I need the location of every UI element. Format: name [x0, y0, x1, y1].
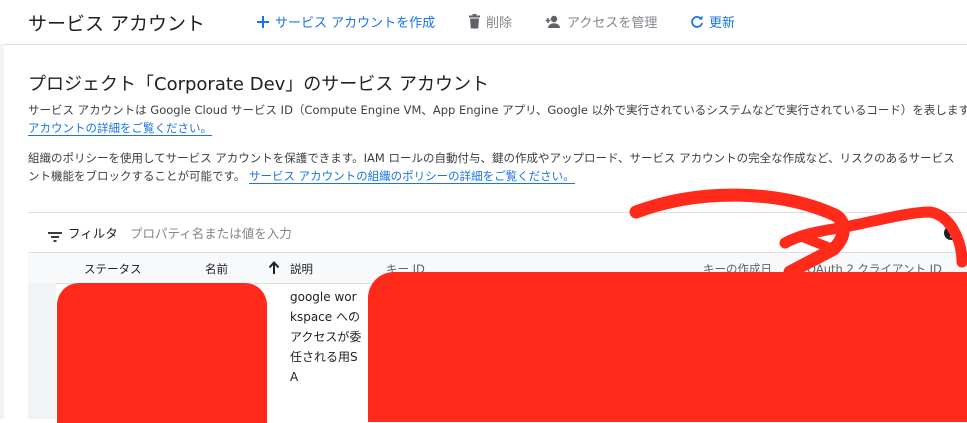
toolbar: サービス アカウント サービス アカウントを作成 削除 アクセスを管理 更新 — [0, 0, 967, 45]
column-status[interactable]: ステータス — [84, 261, 142, 277]
manage-access-label: アクセスを管理 — [567, 16, 658, 31]
trash-icon — [468, 14, 481, 29]
description-2-text: 組織のポリシーを使用してサービス アカウントを保護できます。IAM ロールの自動… — [28, 151, 955, 165]
filter-label: フィルタ — [68, 226, 118, 241]
left-panel-edge — [0, 44, 4, 419]
column-description[interactable]: 説明 — [290, 261, 313, 277]
redaction-block-keys — [368, 272, 967, 422]
description-paragraph-2: 組織のポリシーを使用してサービス アカウントを保護できます。IAM ロールの自動… — [28, 149, 967, 185]
refresh-label: 更新 — [709, 16, 736, 31]
filter-input[interactable] — [128, 219, 732, 247]
delete-button[interactable]: 削除 — [468, 12, 512, 31]
redaction-block-name — [57, 283, 267, 423]
description-1-text: サービス アカウントは Google Cloud サービス ID（Compute… — [28, 103, 967, 117]
delete-label: 削除 — [486, 16, 513, 31]
arrow-up-icon[interactable] — [268, 260, 280, 279]
page-title: サービス アカウント — [28, 13, 206, 35]
account-details-link[interactable]: アカウントの詳細をご覧ください。 — [28, 121, 212, 136]
refresh-button[interactable]: 更新 — [690, 12, 735, 31]
column-name[interactable]: 名前 — [205, 261, 228, 277]
description-2-text-cont: ント機能をブロックすることが可能です。 — [28, 169, 246, 183]
refresh-icon — [690, 15, 704, 29]
filter-bar: フィルタ — [28, 212, 967, 253]
org-policy-details-link[interactable]: サービス アカウントの組織のポリシーの詳細をご覧ください。 — [249, 169, 575, 184]
section-heading: プロジェクト「Corporate Dev」のサービス アカウント — [28, 74, 490, 95]
help-icon[interactable] — [944, 225, 958, 244]
filter-icon[interactable] — [48, 227, 62, 246]
create-service-account-label: サービス アカウントを作成 — [275, 16, 436, 31]
table-row-description: google workspace へのアクセスが委任される用SA — [290, 290, 362, 384]
person-add-icon — [545, 15, 562, 29]
row-selection-cell[interactable] — [28, 283, 56, 419]
plus-icon — [256, 15, 270, 29]
create-service-account-button[interactable]: サービス アカウントを作成 — [256, 12, 435, 31]
manage-access-button[interactable]: アクセスを管理 — [545, 12, 657, 31]
description-paragraph-1: サービス アカウントは Google Cloud サービス ID（Compute… — [28, 101, 967, 137]
